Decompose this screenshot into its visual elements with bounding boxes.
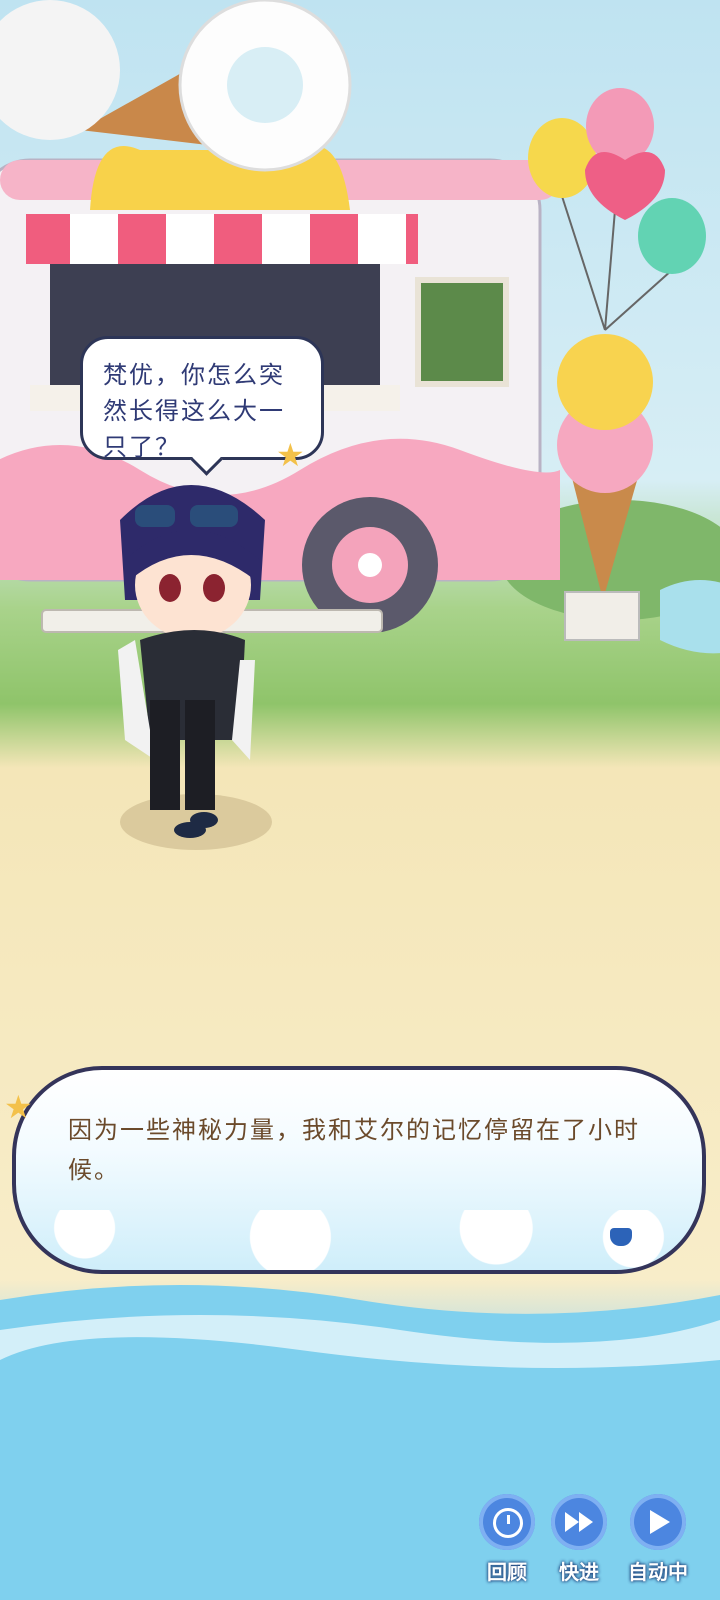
fast-forward-button[interactable]: 快进	[546, 1494, 612, 1585]
star-decoration-icon: ★	[276, 436, 305, 474]
fast-forward-icon	[551, 1494, 607, 1550]
dialogue-box[interactable]: 因为一些神秘力量，我和艾尔的记忆停留在了小时候。	[12, 1066, 706, 1274]
fast-forward-label: 快进	[559, 1560, 599, 1584]
auto-play-button[interactable]: 自动中	[620, 1494, 696, 1585]
speech-bubble-text: 梵优，你怎么突然长得这么大一只了？	[103, 361, 285, 461]
game-scene: 梵优，你怎么突然长得这么大一只了？ ★ 因为一些神秘力量，我和艾尔的记忆停留在了…	[0, 0, 720, 1600]
dialogue-text: 因为一些神秘力量，我和艾尔的记忆停留在了小时候。	[68, 1116, 640, 1184]
auto-play-label: 自动中	[628, 1560, 688, 1584]
review-button[interactable]: 回顾	[474, 1494, 540, 1585]
background-scenery	[0, 0, 720, 1600]
clock-icon	[479, 1494, 535, 1550]
continue-indicator-icon	[610, 1228, 632, 1246]
review-label: 回顾	[487, 1560, 527, 1584]
star-decoration-icon: ★	[4, 1088, 33, 1126]
dialogue-cloud-decoration	[16, 1210, 702, 1270]
play-icon	[630, 1494, 686, 1550]
